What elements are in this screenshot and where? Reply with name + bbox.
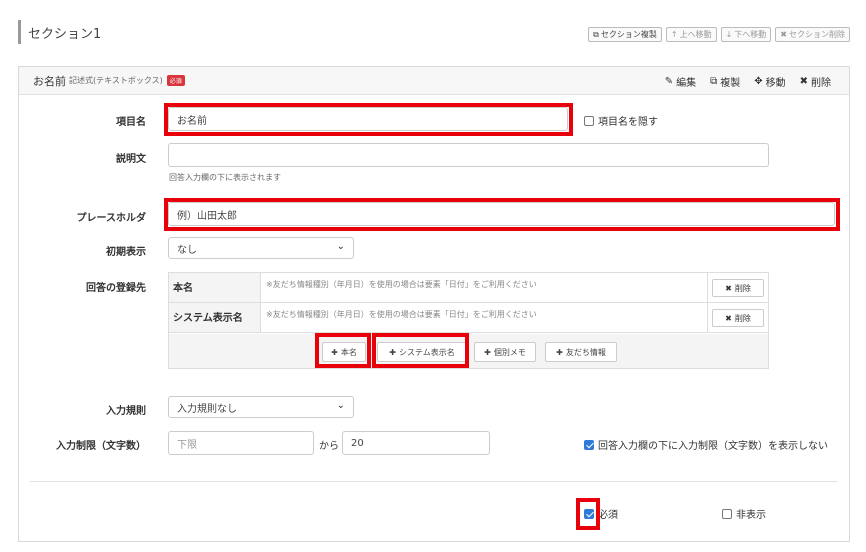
close-icon: ✖ [799, 75, 808, 87]
initial-display-label: 初期表示 [106, 247, 146, 258]
required-label: 必須 [598, 510, 618, 521]
section-accent-bar [18, 20, 21, 44]
move-up-button[interactable]: ↑ 上へ移動 [665, 27, 717, 42]
item-name-label: 項目名 [116, 117, 146, 128]
hide-name-option[interactable]: 項目名を隠す [584, 113, 658, 128]
delete-cell: ✖ 削除 [707, 303, 768, 332]
placeholder-label: プレースホルダ [76, 213, 147, 224]
item-name-input[interactable]: お名前 [168, 107, 568, 131]
close-icon: ✖ [780, 30, 787, 39]
destination-name: システム表示名 [169, 303, 261, 332]
delete-destination-label: 削除 [734, 283, 751, 293]
limit-min-input[interactable]: 下限 [168, 431, 314, 455]
delete-label: 削除 [811, 77, 831, 89]
chevron-down-icon: ⌄ [336, 400, 345, 411]
destination-label: 回答の登録先 [86, 283, 146, 294]
description-hint: 回答入力欄の下に表示されます [169, 173, 281, 182]
delete-section-label: セクション削除 [789, 30, 845, 39]
required-badge: 必須 [166, 75, 185, 86]
copy-button[interactable]: ⧉ 複製 [710, 74, 740, 89]
move-up-label: 上へ移動 [679, 30, 712, 39]
hide-limit-label: 回答入力欄の下に入力制限（文字数）を表示しない [598, 441, 828, 452]
divider [30, 481, 838, 482]
add-system-name-button[interactable]: ✚ システム表示名 [377, 342, 467, 362]
plus-icon: ✚ [331, 347, 338, 357]
placeholder-input[interactable]: 例）山田太郎 [168, 202, 835, 226]
plus-icon: ✚ [389, 347, 396, 357]
edit-label: 編集 [676, 77, 697, 89]
copy-label: 複製 [720, 77, 741, 89]
input-rule-select[interactable]: 入力規則なし ⌄ [168, 396, 354, 418]
description-label: 説明文 [116, 154, 146, 165]
hidden-option[interactable]: 非表示 [722, 506, 766, 521]
hide-name-label: 項目名を隠す [598, 117, 658, 128]
hide-name-checkbox[interactable] [584, 115, 594, 126]
add-memo-label: 個別メモ [493, 347, 526, 357]
move-icon: ✥ [754, 75, 763, 87]
field-title: お名前 [33, 74, 66, 88]
move-label: 移動 [765, 77, 786, 89]
field-type-label: 記述式(テキストボックス) [69, 76, 163, 85]
close-icon: ✖ [725, 283, 732, 293]
hidden-checkbox[interactable] [722, 508, 732, 519]
destination-note: ※友だち情報種別（年月日）を使用の場合は要素「日付」をご利用ください [266, 280, 537, 289]
delete-destination-button[interactable]: ✖ 削除 [712, 309, 764, 327]
close-icon: ✖ [725, 313, 732, 323]
add-friend-info-button[interactable]: ✚ 友だち情報 [545, 342, 617, 362]
add-memo-button[interactable]: ✚ 個別メモ [474, 342, 536, 362]
input-rule-label: 入力規則 [106, 406, 146, 417]
delete-cell: ✖ 削除 [707, 273, 768, 302]
hidden-label: 非表示 [736, 510, 766, 521]
section-toolbar: ⧉ セクション複製 ↑ 上へ移動 ↓ 下へ移動 ✖ セクション削除 [588, 27, 850, 42]
input-rule-value: 入力規則なし [177, 403, 237, 415]
copy-section-label: セクション複製 [600, 30, 657, 39]
table-row: システム表示名 ※友だち情報種別（年月日）を使用の場合は要素「日付」をご利用くだ… [169, 303, 768, 333]
hide-limit-option[interactable]: 回答入力欄の下に入力制限（文字数）を表示しない [584, 437, 828, 452]
limit-max-input[interactable]: 20 [342, 431, 490, 455]
copy-icon: ⧉ [593, 29, 599, 39]
limit-from-text: から [319, 441, 339, 452]
field-card-header: お名前 記述式(テキストボックス) 必須 ✎ 編集 ⧉ 複製 ✥ 移動 ✖ 削除 [19, 67, 849, 95]
move-button[interactable]: ✥ 移動 [754, 74, 785, 89]
destination-name: 本名 [169, 273, 261, 302]
plus-icon: ✚ [556, 347, 563, 357]
add-real-name-button[interactable]: ✚ 本名 [322, 342, 366, 362]
copy-section-button[interactable]: ⧉ セクション複製 [588, 27, 662, 42]
hide-limit-checkbox[interactable] [584, 439, 594, 450]
required-checkbox[interactable] [584, 508, 594, 519]
destination-table: 本名 ※友だち情報種別（年月日）を使用の場合は要素「日付」をご利用ください ✖ … [168, 272, 769, 369]
plus-icon: ✚ [484, 347, 491, 357]
initial-display-value: なし [177, 244, 197, 256]
delete-button[interactable]: ✖ 削除 [800, 74, 831, 89]
chevron-down-icon: ⌄ [336, 241, 345, 252]
delete-section-button[interactable]: ✖ セクション削除 [775, 27, 850, 42]
description-input[interactable] [168, 143, 769, 167]
arrow-up-icon: ↑ [670, 30, 678, 39]
required-option[interactable]: 必須 [584, 506, 618, 521]
field-card-actions: ✎ 編集 ⧉ 複製 ✥ 移動 ✖ 削除 [665, 67, 831, 95]
initial-display-select[interactable]: なし ⌄ [168, 237, 354, 259]
section-title: セクション1 [28, 27, 102, 42]
pencil-icon: ✎ [664, 75, 674, 87]
input-limit-label: 入力制限（文字数） [56, 441, 146, 452]
arrow-down-icon: ↓ [725, 30, 733, 39]
delete-destination-label: 削除 [734, 313, 751, 323]
delete-destination-button[interactable]: ✖ 削除 [712, 279, 764, 297]
add-real-name-label: 本名 [340, 347, 357, 357]
edit-button[interactable]: ✎ 編集 [665, 74, 696, 89]
add-system-name-label: システム表示名 [398, 347, 455, 357]
move-down-button[interactable]: ↓ 下へ移動 [720, 27, 772, 42]
move-down-label: 下へ移動 [734, 30, 767, 39]
copy-icon: ⧉ [710, 75, 718, 87]
table-row: 本名 ※友だち情報種別（年月日）を使用の場合は要素「日付」をご利用ください ✖ … [169, 273, 768, 303]
add-friend-info-label: 友だち情報 [565, 347, 606, 357]
add-destination-bar: ✚ 本名 ✚ システム表示名 ✚ 個別メモ ✚ 友だち情報 [169, 334, 768, 368]
destination-note: ※友だち情報種別（年月日）を使用の場合は要素「日付」をご利用ください [266, 310, 537, 319]
